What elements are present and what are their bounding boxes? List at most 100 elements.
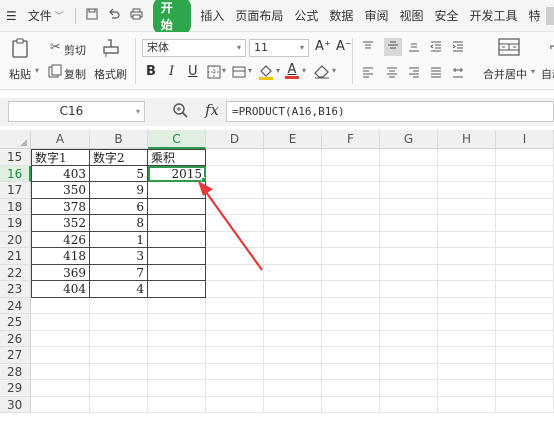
- clear-format-icon[interactable]: [314, 64, 330, 82]
- file-menu[interactable]: 文件: [28, 7, 52, 24]
- column-header-h[interactable]: H: [438, 130, 496, 149]
- cell-c[interactable]: [148, 380, 206, 397]
- cell-a[interactable]: [31, 363, 90, 380]
- cell-h[interactable]: [438, 380, 496, 397]
- paste-dropdown-icon[interactable]: ▾: [35, 66, 39, 75]
- cell-i[interactable]: [496, 248, 554, 265]
- cell-e[interactable]: [264, 198, 322, 215]
- tab-scroll-handle[interactable]: [545, 6, 554, 25]
- borders-dropdown-icon[interactable]: ▾: [222, 66, 226, 75]
- cell-e[interactable]: [264, 330, 322, 347]
- format-painter-icon[interactable]: [102, 38, 120, 61]
- cell-d[interactable]: [206, 314, 264, 331]
- cell-f[interactable]: [322, 198, 380, 215]
- cell-c[interactable]: [148, 363, 206, 380]
- cell-h[interactable]: [438, 347, 496, 364]
- cell-g[interactable]: [380, 396, 438, 413]
- column-header-g[interactable]: G: [380, 130, 438, 149]
- cell-i[interactable]: [496, 314, 554, 331]
- row-header[interactable]: 26: [0, 330, 31, 347]
- row-header[interactable]: 19: [0, 215, 31, 232]
- cell-c[interactable]: [148, 231, 206, 248]
- cell-c[interactable]: [148, 182, 206, 199]
- column-header-d[interactable]: D: [206, 130, 264, 149]
- cell-f[interactable]: [322, 165, 380, 182]
- cell-i[interactable]: [496, 215, 554, 232]
- active-cell[interactable]: 2015: [148, 165, 206, 182]
- cell-d[interactable]: [206, 347, 264, 364]
- fill-color-icon[interactable]: [258, 63, 274, 83]
- cell-d[interactable]: [206, 281, 264, 298]
- distributed-align-icon[interactable]: [452, 67, 464, 81]
- row-header[interactable]: 20: [0, 231, 31, 248]
- cell-h[interactable]: [438, 314, 496, 331]
- cell-f[interactable]: [322, 297, 380, 314]
- fill-color-dropdown-icon[interactable]: ▾: [276, 66, 280, 75]
- borders-icon[interactable]: [207, 65, 221, 82]
- cell-d[interactable]: [206, 215, 264, 232]
- tab-review[interactable]: 审阅: [364, 7, 388, 24]
- fx-icon[interactable]: fx: [205, 101, 219, 119]
- cell-f[interactable]: [322, 380, 380, 397]
- tab-page-layout[interactable]: 页面布局: [235, 7, 283, 24]
- cell-c[interactable]: [148, 330, 206, 347]
- tab-special[interactable]: 特: [529, 7, 541, 24]
- cell-e[interactable]: [264, 248, 322, 265]
- wrap-text-button[interactable]: 自动: [541, 66, 554, 82]
- cell-i[interactable]: [496, 297, 554, 314]
- font-size-select[interactable]: 11 ▾: [249, 39, 309, 57]
- cell-c[interactable]: [148, 396, 206, 413]
- row-header[interactable]: 24: [0, 297, 31, 314]
- cell-e[interactable]: [264, 347, 322, 364]
- tab-view[interactable]: 视图: [399, 7, 423, 24]
- align-bottom-icon[interactable]: [408, 41, 420, 55]
- cell-h[interactable]: [438, 182, 496, 199]
- column-header-b[interactable]: B: [90, 130, 148, 149]
- cell-i[interactable]: [496, 380, 554, 397]
- cell-a[interactable]: [31, 314, 90, 331]
- cell-f[interactable]: [322, 231, 380, 248]
- cell-b[interactable]: 4: [90, 281, 148, 298]
- cell-c[interactable]: [148, 281, 206, 298]
- cell-a[interactable]: [31, 347, 90, 364]
- cell-g[interactable]: [380, 330, 438, 347]
- cut-button[interactable]: 剪切: [64, 42, 86, 58]
- cell-h[interactable]: [438, 165, 496, 182]
- cell-i[interactable]: [496, 165, 554, 182]
- cell-i[interactable]: [496, 330, 554, 347]
- cell-e[interactable]: [264, 182, 322, 199]
- cell-h[interactable]: [438, 363, 496, 380]
- cell-e[interactable]: [264, 363, 322, 380]
- cell-b[interactable]: 1: [90, 231, 148, 248]
- row-header[interactable]: 25: [0, 314, 31, 331]
- cell-b[interactable]: 5: [90, 165, 148, 182]
- save-icon[interactable]: [86, 8, 98, 24]
- merge-center-dropdown-icon[interactable]: ▾: [531, 67, 535, 76]
- cell-h[interactable]: [438, 215, 496, 232]
- underline-button[interactable]: U: [188, 64, 198, 79]
- cell-f[interactable]: [322, 248, 380, 265]
- format-painter-button[interactable]: 格式刷: [94, 66, 127, 82]
- cell-i[interactable]: [496, 231, 554, 248]
- row-header[interactable]: 16: [0, 165, 31, 182]
- align-right-icon[interactable]: [408, 67, 420, 81]
- cell-g[interactable]: [380, 363, 438, 380]
- cell-d[interactable]: [206, 363, 264, 380]
- cell-g[interactable]: [380, 149, 438, 166]
- cell-a[interactable]: 403: [31, 165, 90, 182]
- cell-d[interactable]: [206, 396, 264, 413]
- cell-c[interactable]: [148, 248, 206, 265]
- cell-e[interactable]: [264, 231, 322, 248]
- cell-d[interactable]: [206, 149, 264, 166]
- cell-g[interactable]: [380, 347, 438, 364]
- cell-e[interactable]: [264, 297, 322, 314]
- row-header[interactable]: 28: [0, 363, 31, 380]
- cell-b[interactable]: [90, 330, 148, 347]
- decrease-indent-icon[interactable]: [430, 41, 442, 55]
- cell-b[interactable]: [90, 380, 148, 397]
- column-header-e[interactable]: E: [264, 130, 322, 149]
- copy-icon[interactable]: [48, 64, 62, 81]
- cell-e[interactable]: [264, 215, 322, 232]
- cell-d[interactable]: [206, 330, 264, 347]
- cell-a[interactable]: 418: [31, 248, 90, 265]
